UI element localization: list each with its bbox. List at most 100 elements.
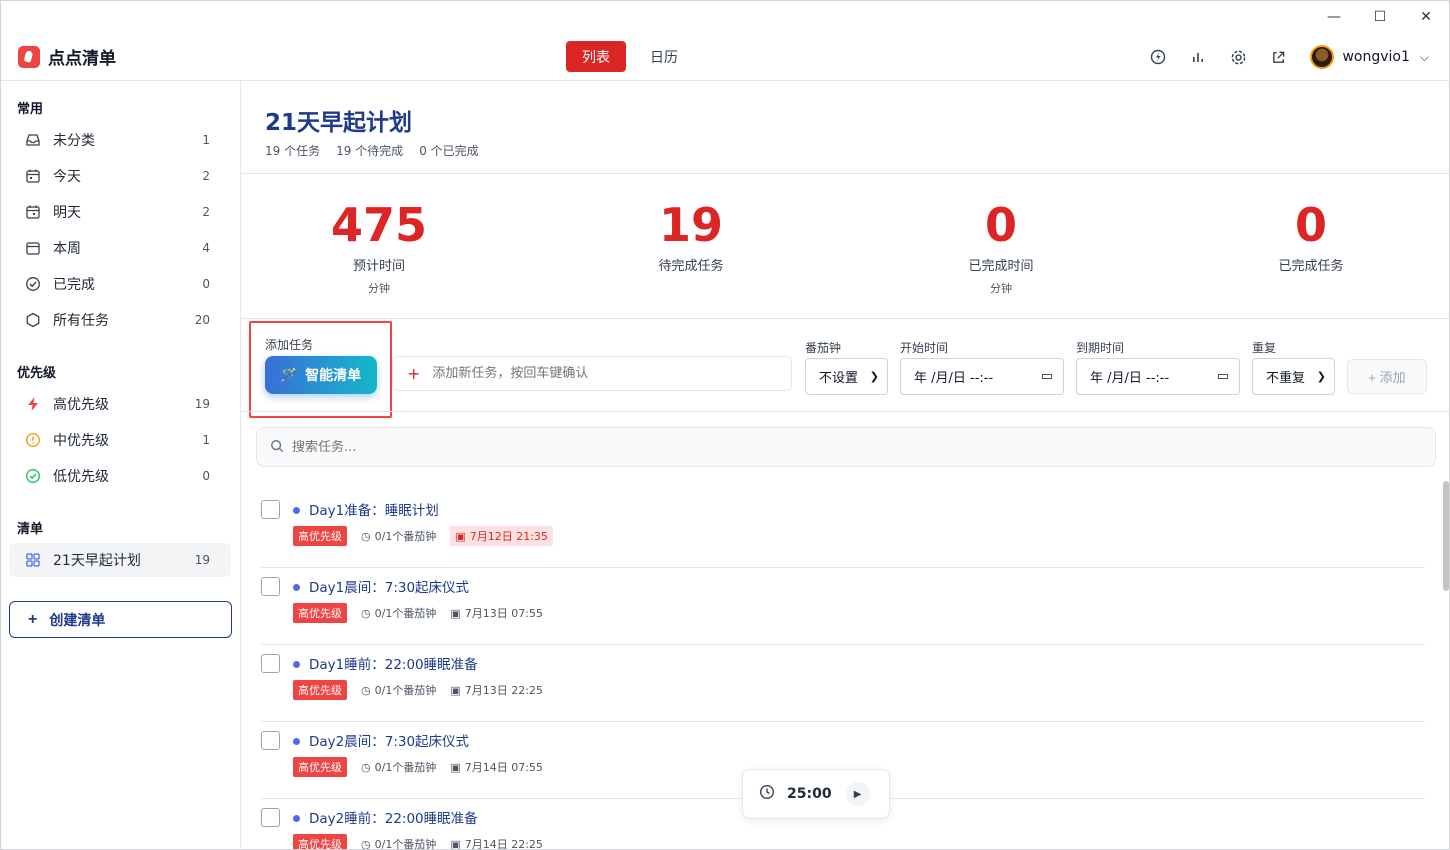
sidebar-item-medium-priority[interactable]: 中优先级 1 [9, 423, 231, 457]
stat-value: 0 [984, 198, 1017, 252]
task-checkbox[interactable] [261, 500, 280, 519]
task-title[interactable]: Day1准备：睡眠计划 [309, 499, 439, 519]
settings-icon[interactable] [1218, 37, 1258, 77]
task-checkbox[interactable] [261, 731, 280, 750]
sidebar-item-count: 2 [202, 205, 210, 219]
priority-badge: 高优先级 [293, 757, 347, 777]
calendar-icon[interactable]: ▭ [1041, 369, 1053, 384]
task-meta: 高优先级 ◷ 0/1个番茄钟 ▣ 7月14日 22:25 [293, 834, 543, 850]
sidebar-item-label: 今天 [53, 169, 81, 185]
task-checkbox[interactable] [261, 577, 280, 596]
priority-badge: 高优先级 [293, 603, 347, 623]
app-logo-icon [18, 45, 40, 68]
sidebar-item-label: 未分类 [53, 133, 95, 149]
task-title[interactable]: Day1晨间：7:30起床仪式 [309, 576, 469, 596]
sidebar-item-count: 1 [202, 133, 210, 147]
new-task-field[interactable]: + [392, 356, 792, 391]
sidebar-item-this-week[interactable]: 本周 4 [9, 231, 231, 265]
calendar-today-icon [24, 167, 42, 185]
user-menu[interactable]: wongvio1 ⌵ [1310, 45, 1429, 69]
sidebar-item-completed[interactable]: 已完成 0 [9, 267, 231, 301]
stat-pending-tasks: 19 待完成任务 [571, 199, 811, 274]
task-item[interactable]: Day1睡前：22:00睡眠准备 高优先级 ◷ 0/1个番茄钟 ▣ 7月13日 22… [261, 645, 1425, 722]
calendar-icon[interactable]: ▭ [1217, 369, 1229, 384]
maximize-button[interactable]: ☐ [1357, 1, 1403, 33]
sidebar-item-all-tasks[interactable]: 所有任务 20 [9, 303, 231, 337]
sidebar-item-label: 明天 [53, 205, 81, 221]
sidebar-item-tomorrow[interactable]: 明天 2 [9, 195, 231, 229]
add-button[interactable]: + 添加 [1347, 359, 1427, 394]
stat-completed-time: 0 已完成时间 分钟 [881, 199, 1121, 296]
tab-calendar[interactable]: 日历 [634, 41, 694, 72]
app-window: — ☐ ✕ 点点清单 列表 日历 wongvio1 ⌵ 常用 未分类 1 今天 … [0, 0, 1450, 850]
sidebar-item-label: 低优先级 [53, 469, 109, 485]
view-tabs: 列表 日历 [566, 41, 694, 72]
divider [241, 173, 1449, 174]
smart-list-button[interactable]: 🪄 智能清单 [265, 356, 377, 394]
tab-list[interactable]: 列表 [566, 41, 626, 72]
search-input[interactable] [292, 439, 792, 455]
sidebar-item-label: 高优先级 [53, 397, 109, 413]
task-title[interactable]: Day2晨间：7:30起床仪式 [309, 730, 469, 750]
sidebar-item-list-21days[interactable]: 21天早起计划 19 [9, 543, 231, 577]
clock-icon [759, 784, 775, 804]
start-time-input[interactable]: 年 /月/日 --:-- ▭ [900, 358, 1064, 395]
sidebar-item-high-priority[interactable]: 高优先级 19 [9, 387, 231, 421]
task-item[interactable]: Day1准备：睡眠计划 高优先级 ◷ 0/1个番茄钟 ▣ 7月12日 21:35 [261, 491, 1425, 568]
clock-icon: ◷ [361, 683, 371, 697]
section-title-priority: 优先级 [17, 366, 57, 381]
due-date-text: 7月14日 22:25 [464, 838, 543, 850]
due-time-input[interactable]: 年 /月/日 --:-- ▭ [1076, 358, 1240, 395]
external-link-icon[interactable] [1258, 37, 1298, 77]
priority-badge: 高优先级 [293, 834, 347, 849]
task-title[interactable]: Day1睡前：22:00睡眠准备 [309, 653, 478, 673]
search-bar[interactable] [256, 427, 1436, 467]
clock-icon: ◷ [361, 760, 371, 774]
search-icon [270, 438, 284, 457]
repeat-select[interactable]: 不重复 ❯ [1252, 358, 1335, 395]
divider [241, 411, 1449, 412]
stats-icon[interactable] [1178, 37, 1218, 77]
sidebar-item-count: 4 [202, 241, 210, 255]
scrollbar[interactable] [1443, 481, 1449, 591]
completed-count: 0 个已完成 [419, 144, 479, 158]
pomodoro-info: ◷ 0/1个番茄钟 [361, 605, 436, 621]
sidebar-item-count: 0 [202, 277, 210, 291]
minimize-button[interactable]: — [1311, 1, 1357, 33]
sidebar-item-count: 2 [202, 169, 210, 183]
task-title[interactable]: Day2睡前：22:00睡眠准备 [309, 807, 478, 827]
check-circle-icon [24, 467, 42, 485]
energy-icon[interactable] [1138, 37, 1178, 77]
stat-unit: 分钟 [368, 282, 390, 295]
close-button[interactable]: ✕ [1403, 1, 1449, 33]
play-icon[interactable]: ▶ [845, 782, 870, 806]
task-item[interactable]: Day1晨间：7:30起床仪式 高优先级 ◷ 0/1个番茄钟 ▣ 7月13日 07:… [261, 568, 1425, 645]
task-dot [293, 738, 300, 745]
new-task-input[interactable] [432, 366, 773, 381]
avatar [1310, 45, 1335, 69]
sidebar-item-today[interactable]: 今天 2 [9, 159, 231, 193]
stat-label: 待完成任务 [658, 259, 724, 274]
due-date-text: 7月14日 07:55 [464, 761, 543, 774]
task-checkbox[interactable] [261, 808, 280, 827]
clock-icon: ◷ [361, 837, 371, 850]
task-dot [293, 815, 300, 822]
start-time-label: 开始时间 [900, 341, 949, 355]
pomodoro-select[interactable]: 不设置 ❯ [805, 358, 888, 395]
sidebar-item-label: 所有任务 [53, 313, 109, 329]
smart-list-label: 智能清单 [305, 367, 362, 383]
sidebar-item-low-priority[interactable]: 低优先级 0 [9, 459, 231, 493]
brand[interactable]: 点点清单 [18, 44, 116, 69]
plus-icon: + [28, 610, 38, 628]
task-checkbox[interactable] [261, 654, 280, 673]
pomodoro-info: ◷ 0/1个番茄钟 [361, 836, 436, 850]
calendar-week-icon [24, 239, 42, 257]
task-meta: 高优先级 ◷ 0/1个番茄钟 ▣ 7月13日 22:25 [293, 680, 543, 700]
start-time-value: 年 /月/日 --:-- [914, 371, 994, 386]
due-date: ▣ 7月14日 22:25 [450, 836, 543, 850]
create-list-button[interactable]: + 创建清单 [9, 601, 232, 638]
sidebar-item-uncategorized[interactable]: 未分类 1 [9, 123, 231, 157]
pomodoro-info: ◷ 0/1个番茄钟 [361, 759, 436, 775]
pomodoro-count: 0/1个番茄钟 [374, 761, 437, 774]
sidebar-item-count: 20 [194, 313, 210, 327]
